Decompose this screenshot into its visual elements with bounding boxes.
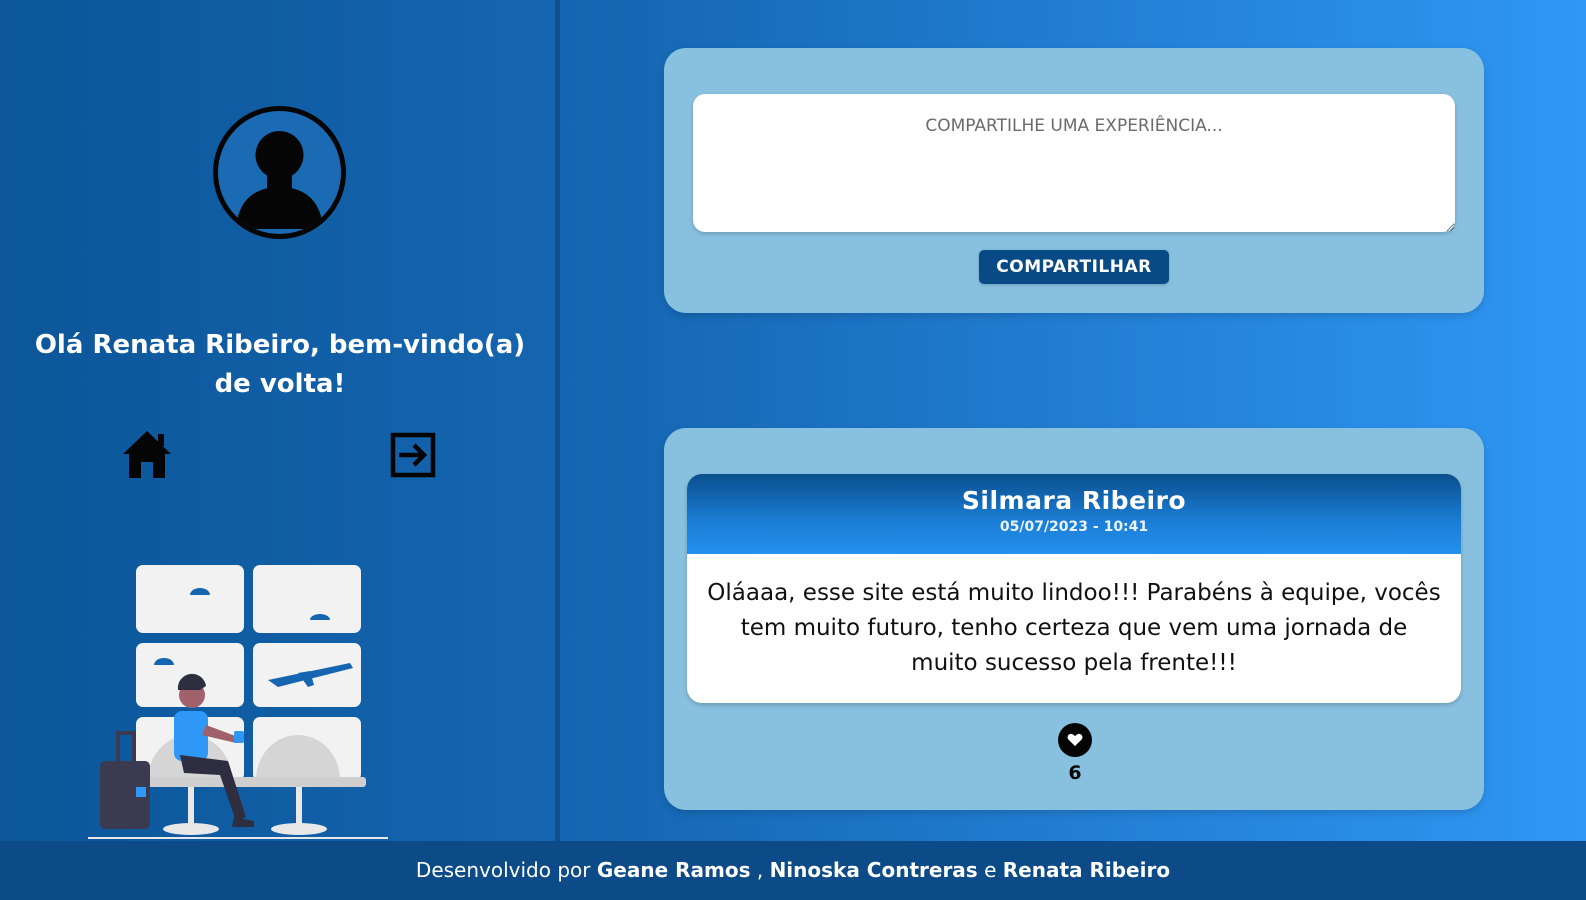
sidebar: Olá Renata Ribeiro, bem-vindo(a) de volt… xyxy=(0,0,560,841)
like-count: 6 xyxy=(1068,762,1082,784)
developer-name: Renata Ribeiro xyxy=(1002,858,1171,882)
traveler-illustration xyxy=(88,565,398,841)
logout-icon[interactable] xyxy=(390,432,436,478)
feed-panel: Silmara Ribeiro 05/07/2023 - 10:41 Oláaa… xyxy=(664,428,1484,810)
post-card: Silmara Ribeiro 05/07/2023 - 10:41 Oláaa… xyxy=(687,474,1461,703)
footer-separator: , xyxy=(756,858,764,882)
developer-name: Geane Ramos xyxy=(596,858,751,882)
experience-textarea[interactable] xyxy=(693,94,1455,232)
composer-panel: COMPARTILHAR xyxy=(664,48,1484,313)
footer-separator: e xyxy=(984,858,997,882)
share-button[interactable]: COMPARTILHAR xyxy=(979,250,1169,284)
post-header: Silmara Ribeiro 05/07/2023 - 10:41 xyxy=(687,474,1461,554)
welcome-greeting: Olá Renata Ribeiro, bem-vindo(a) de volt… xyxy=(34,330,526,399)
user-avatar-icon xyxy=(213,106,346,239)
post-author: Silmara Ribeiro xyxy=(961,486,1187,515)
developer-name: Ninoska Contreras xyxy=(769,858,978,882)
footer-prefix: Desenvolvido por xyxy=(415,858,591,882)
post-text: Oláaaa, esse site está muito lindoo!!! P… xyxy=(707,580,1441,676)
heart-icon[interactable] xyxy=(1058,723,1092,757)
footer: Desenvolvido por Geane Ramos , Ninoska C… xyxy=(0,841,1586,900)
post-date: 05/07/2023 - 10:41 xyxy=(999,519,1149,535)
home-icon[interactable] xyxy=(120,428,174,480)
